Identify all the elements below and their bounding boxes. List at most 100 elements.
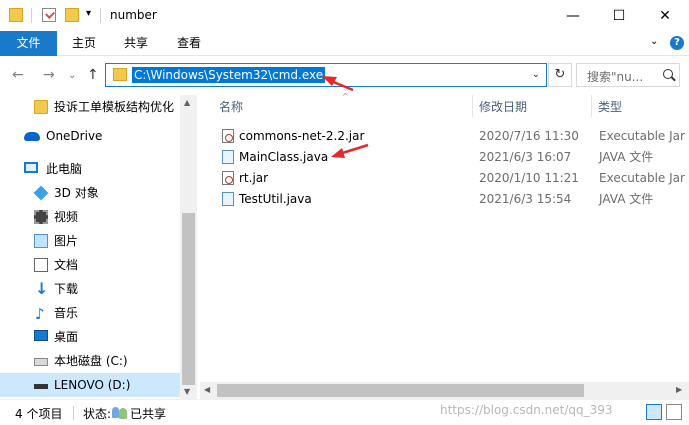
help-icon[interactable]: ? — [670, 36, 684, 50]
refresh-button[interactable]: ↻ — [548, 63, 572, 87]
recent-locations-button[interactable]: ⌄ — [68, 70, 76, 81]
sidebar-item-3d-objects[interactable]: 3D 对象 — [0, 181, 180, 205]
file-modified: 2021/6/3 16:07 — [479, 150, 572, 164]
quick-access-separator — [31, 8, 32, 23]
file-name: MainClass.java — [239, 150, 329, 164]
file-type: JAVA 文件 — [599, 150, 654, 164]
new-folder-icon[interactable] — [65, 8, 79, 22]
tab-file[interactable]: 文件 — [0, 31, 57, 56]
scrollbar-thumb[interactable] — [182, 213, 195, 385]
sidebar-item-this-pc[interactable]: 此电脑 — [0, 157, 180, 181]
scroll-right-button[interactable]: ▶ — [676, 385, 682, 394]
folder-icon — [9, 8, 23, 22]
file-list-horizontal-scrollbar[interactable]: ◀ ▶ — [200, 382, 689, 399]
sidebar-item-pinned-folder[interactable]: 投诉工单模板结构优化 — [0, 95, 180, 119]
sidebar-item-pictures[interactable]: 图片 — [0, 229, 180, 253]
ribbon-expand-icon[interactable]: ⌄ — [650, 36, 658, 47]
sidebar-item-lenovo-d[interactable]: LENOVO (D:) — [0, 373, 180, 397]
drive-icon — [34, 384, 48, 389]
status-label: 状态: — [83, 407, 112, 421]
sidebar-item-label: 3D 对象 — [54, 186, 99, 200]
sidebar-item-downloads[interactable]: 下载 — [0, 277, 180, 301]
file-modified: 2020/1/10 11:21 — [479, 171, 579, 185]
sidebar-item-desktop[interactable]: 桌面 — [0, 325, 180, 349]
sidebar-item-label: 投诉工单模板结构优化 — [54, 100, 175, 114]
quick-access-dropdown[interactable]: ▾ — [86, 8, 91, 19]
file-row[interactable]: rt.jar 2020/1/10 11:21 Executable Jar F — [220, 168, 689, 189]
search-input[interactable]: 搜索"nu... — [587, 68, 643, 85]
address-input[interactable]: C:\Windows\System32\cmd.exe — [132, 67, 326, 83]
sidebar-item-onedrive[interactable]: OneDrive — [0, 124, 180, 148]
videos-icon — [34, 210, 48, 224]
search-icon — [663, 69, 673, 79]
file-list: 名称 ^ 修改日期 类型 commons-net-2.2.jar 2020/7/… — [200, 92, 689, 399]
sidebar-item-label: 本地磁盘 (C:) — [54, 354, 128, 368]
jar-file-icon — [222, 129, 234, 143]
title-bar: ▾ number — ☐ ✕ — [0, 0, 689, 31]
file-row[interactable]: MainClass.java 2021/6/3 16:07 JAVA 文件 — [220, 147, 689, 168]
search-box[interactable]: 搜索"nu... — [576, 63, 680, 87]
close-button[interactable]: ✕ — [642, 0, 688, 31]
file-type: JAVA 文件 — [599, 192, 654, 206]
sidebar-scrollbar[interactable]: ▲ ▼ — [180, 95, 197, 399]
item-count: 4 个项目 — [15, 407, 63, 421]
maximize-button[interactable]: ☐ — [596, 0, 642, 31]
sidebar-item-local-disk-c[interactable]: 本地磁盘 (C:) — [0, 349, 180, 373]
scroll-down-button[interactable]: ▼ — [184, 387, 190, 396]
sidebar-item-documents[interactable]: 文档 — [0, 253, 180, 277]
sidebar-item-videos[interactable]: 视频 — [0, 205, 180, 229]
sidebar-item-label: LENOVO (D:) — [54, 378, 131, 392]
java-file-icon — [222, 192, 234, 206]
downloads-icon — [34, 277, 48, 301]
sort-indicator: ^ — [342, 92, 349, 101]
tab-view[interactable]: 查看 — [167, 31, 211, 56]
scroll-left-button[interactable]: ◀ — [204, 385, 210, 394]
column-divider[interactable] — [472, 95, 473, 117]
file-modified: 2020/7/16 11:30 — [479, 129, 579, 143]
scrollbar-thumb[interactable] — [217, 384, 584, 397]
sidebar-item-label: 音乐 — [54, 306, 79, 320]
column-divider[interactable] — [591, 95, 592, 117]
onedrive-icon — [24, 132, 40, 141]
minimize-button[interactable]: — — [550, 0, 596, 31]
back-button[interactable]: ← — [12, 67, 24, 83]
column-header-name[interactable]: 名称 — [219, 98, 243, 115]
pictures-icon — [34, 234, 48, 248]
address-dropdown-button[interactable]: ⌄ — [532, 69, 540, 80]
window-title: number — [110, 8, 157, 22]
sidebar-item-label: 桌面 — [54, 330, 79, 344]
scroll-up-button[interactable]: ▲ — [184, 98, 190, 107]
navigation-bar: ← → ⌄ ↑ C:\Windows\System32\cmd.exe ⌄ ↻ … — [0, 57, 689, 95]
up-button[interactable]: ↑ — [87, 67, 99, 83]
forward-button[interactable]: → — [43, 67, 55, 83]
sidebar-item-label: 此电脑 — [46, 162, 83, 176]
file-row[interactable]: TestUtil.java 2021/6/3 15:54 JAVA 文件 — [220, 189, 689, 210]
java-file-icon — [222, 150, 234, 164]
address-bar[interactable]: C:\Windows\System32\cmd.exe ⌄ — [105, 63, 547, 87]
status-separator — [73, 406, 74, 420]
column-header-modified[interactable]: 修改日期 — [479, 98, 527, 115]
tab-home[interactable]: 主页 — [62, 31, 106, 56]
large-icons-view-button[interactable] — [666, 404, 682, 420]
3d-objects-icon — [33, 185, 49, 201]
navigation-pane: 投诉工单模板结构优化 OneDrive 此电脑 3D 对象 视频 图片 文档 下… — [0, 95, 180, 399]
title-separator — [100, 8, 101, 23]
sidebar-item-label: 下载 — [54, 282, 79, 296]
properties-icon[interactable] — [42, 8, 56, 22]
sidebar-item-label: 图片 — [54, 234, 79, 248]
file-modified: 2021/6/3 15:54 — [479, 192, 572, 206]
column-header-type[interactable]: 类型 — [598, 98, 622, 115]
sidebar-item-music[interactable]: 音乐 — [0, 301, 180, 326]
jar-file-icon — [222, 171, 234, 185]
watermark: https://blog.csdn.net/qq_393 — [440, 403, 613, 417]
file-name: rt.jar — [239, 171, 269, 185]
file-type: Executable Jar F — [599, 129, 689, 143]
file-name: commons-net-2.2.jar — [239, 129, 365, 143]
file-row[interactable]: commons-net-2.2.jar 2020/7/16 11:30 Exec… — [220, 126, 689, 147]
documents-icon — [34, 258, 48, 272]
details-view-button[interactable] — [646, 404, 662, 420]
this-pc-icon — [24, 162, 38, 173]
tab-share[interactable]: 共享 — [114, 31, 158, 56]
file-name: TestUtil.java — [239, 192, 312, 206]
status-value: 已共享 — [130, 407, 167, 421]
